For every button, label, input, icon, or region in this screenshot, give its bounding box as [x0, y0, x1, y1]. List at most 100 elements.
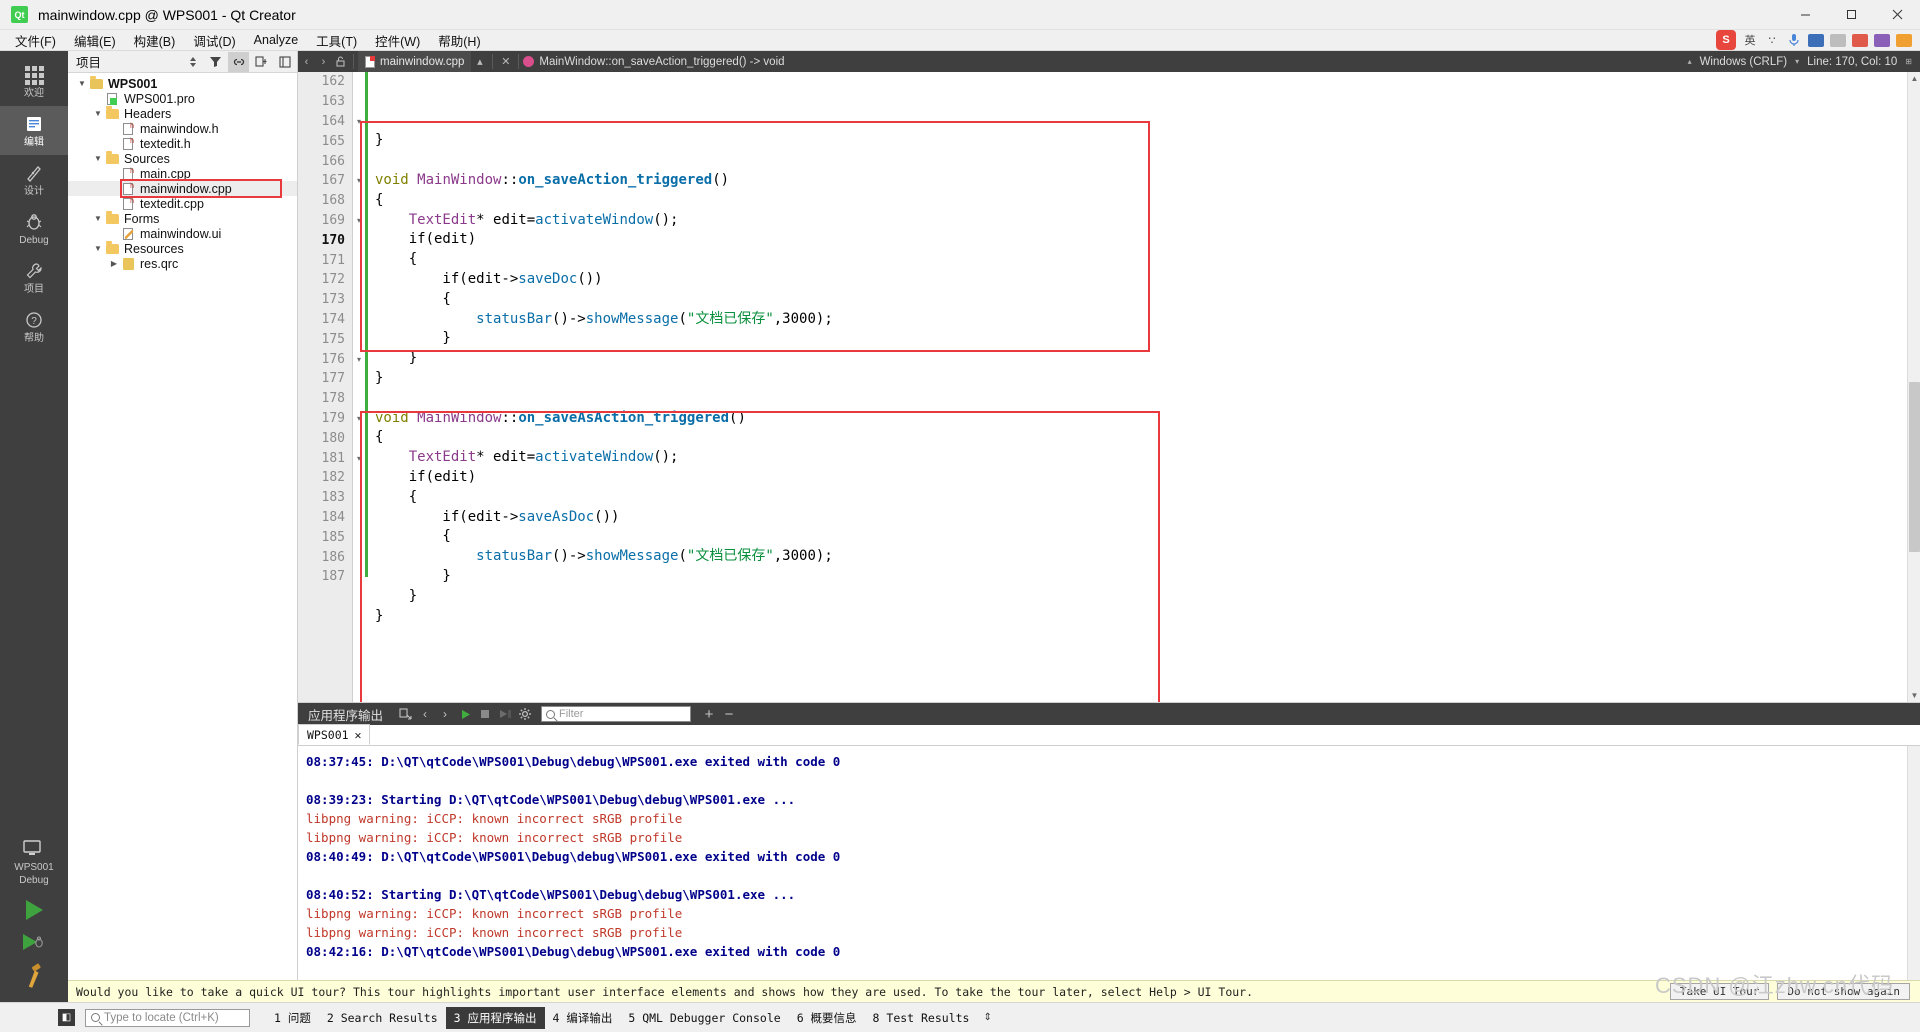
tree-item-headers[interactable]: ▼ Headers: [68, 106, 297, 121]
fold-toggle-icon[interactable]: ▾: [353, 349, 365, 369]
statusbar-pane-8[interactable]: 8 Test Results: [865, 1008, 978, 1028]
mode-projects[interactable]: 项目: [0, 253, 68, 302]
output-pane-maximize-icon[interactable]: ⇕: [977, 1012, 991, 1023]
line-ending-selector[interactable]: Windows (CRLF): [1700, 56, 1788, 68]
output-tab-wps001[interactable]: WPS001 ✕: [298, 724, 371, 745]
scroll-down-arrow-icon[interactable]: ▼: [1910, 691, 1919, 700]
tree-item-res-qrc[interactable]: ▶ res.qrc: [68, 256, 297, 271]
stop-icon[interactable]: [475, 703, 495, 725]
close-button[interactable]: [1874, 0, 1920, 30]
zoom-out-button[interactable]: −: [719, 703, 739, 725]
ime-language-icon[interactable]: 英: [1742, 32, 1758, 48]
close-icon[interactable]: ✕: [355, 728, 362, 742]
zoom-in-button[interactable]: +: [699, 703, 719, 725]
ime-panel-icon[interactable]: [1830, 33, 1846, 47]
menu-window[interactable]: 控件(W): [366, 29, 429, 52]
close-editor-icon[interactable]: ✕: [497, 51, 514, 72]
tree-expander-icon[interactable]: ▼: [76, 79, 88, 88]
tree-item-forms[interactable]: ▼ Forms: [68, 211, 297, 226]
tree-expander-icon[interactable]: ▼: [92, 244, 104, 253]
statusbar-pane-6[interactable]: 6 概要信息: [789, 1007, 865, 1029]
prev-item-icon[interactable]: ‹: [415, 703, 435, 725]
fold-toggle-icon[interactable]: ▾: [353, 211, 365, 231]
kit-selector[interactable]: WPS001 Debug: [14, 838, 54, 886]
tree-item-wps001-pro[interactable]: WPS001.pro: [68, 91, 297, 106]
statusbar-pane-3[interactable]: 3 应用程序输出: [445, 1006, 545, 1029]
ime-more-icon[interactable]: [1896, 33, 1912, 47]
code-text-area[interactable]: } void MainWindow::on_saveAction_trigger…: [365, 72, 1907, 702]
symbol-selector[interactable]: MainWindow::on_saveAction_triggered() ->…: [523, 56, 785, 68]
mode-welcome[interactable]: 欢迎: [0, 57, 68, 106]
fold-toggle-icon[interactable]: ▾: [353, 112, 365, 132]
split-icon[interactable]: [251, 52, 272, 72]
tab-dropdown-icon[interactable]: ▴: [471, 51, 488, 72]
fold-column[interactable]: ▾ ▾ ▾ ▾ ▾ ▾: [353, 72, 365, 702]
fold-toggle-icon[interactable]: ▾: [353, 448, 365, 468]
open-in-editor-icon[interactable]: [395, 703, 415, 725]
menu-tools[interactable]: 工具(T): [307, 29, 366, 52]
menu-analyze[interactable]: Analyze: [245, 31, 307, 49]
sogou-ime-icon[interactable]: S: [1716, 30, 1736, 50]
menu-file[interactable]: 文件(F): [6, 29, 65, 52]
split-editor-icon[interactable]: ⊞: [1905, 57, 1912, 66]
tree-expander-icon[interactable]: ▼: [92, 154, 104, 163]
ime-voice-icon[interactable]: [1786, 32, 1802, 48]
link-sync-icon[interactable]: [228, 51, 249, 72]
tree-item-mainwindow-h[interactable]: mainwindow.h: [68, 121, 297, 136]
maximize-button[interactable]: [1828, 0, 1874, 30]
project-tree[interactable]: ▼WPS001WPS001.pro▼Headersmainwindow.htex…: [68, 73, 297, 1002]
scroll-up-arrow-icon[interactable]: ▲: [1910, 74, 1919, 83]
statusbar-pane-1[interactable]: 1 问题: [266, 1007, 319, 1029]
mode-design[interactable]: 设计: [0, 155, 68, 204]
ime-symbol-icon[interactable]: ∵: [1764, 32, 1780, 48]
fold-toggle-icon[interactable]: ▾: [353, 409, 365, 429]
editor-vertical-scrollbar[interactable]: ▲ ▼: [1907, 72, 1920, 702]
statusbar-pane-4[interactable]: 4 编译输出: [545, 1007, 621, 1029]
menu-edit[interactable]: 编辑(E): [65, 29, 125, 52]
menu-help[interactable]: 帮助(H): [429, 29, 489, 52]
tree-item-textedit-cpp[interactable]: textedit.cpp: [68, 196, 297, 211]
settings-gear-icon[interactable]: [515, 703, 535, 725]
tree-item-mainwindow-ui[interactable]: mainwindow.ui: [68, 226, 297, 241]
tree-item-mainwindow-cpp[interactable]: mainwindow.cpp: [68, 181, 297, 196]
filter-icon[interactable]: [205, 52, 226, 72]
editor-tab-mainwindow-cpp[interactable]: mainwindow.cpp: [358, 51, 472, 72]
tree-item-textedit-h[interactable]: textedit.h: [68, 136, 297, 151]
forward-nav-icon[interactable]: ›: [315, 51, 332, 72]
chevron-down-icon[interactable]: ▾: [1795, 57, 1799, 66]
code-editor[interactable]: 162 163 164 165 166 167 168 169 170 171 172 173 174 1…: [298, 72, 1920, 702]
tree-expander-icon[interactable]: ▶: [108, 259, 120, 268]
mode-edit[interactable]: 编辑: [0, 106, 68, 155]
locator-input[interactable]: Type to locate (Ctrl+K): [85, 1008, 250, 1027]
tree-item-main-cpp[interactable]: main.cpp: [68, 166, 297, 181]
statusbar-pane-2[interactable]: 2 Search Results: [319, 1008, 446, 1028]
run-icon[interactable]: [25, 900, 43, 920]
output-filter-input[interactable]: Filter: [541, 706, 692, 722]
ime-keyboard-icon[interactable]: [1808, 33, 1824, 47]
editor-scroll-thumb[interactable]: [1909, 382, 1920, 552]
minimize-button[interactable]: [1782, 0, 1828, 30]
unlock-icon[interactable]: [332, 51, 349, 72]
run-icon[interactable]: [455, 703, 475, 725]
mode-help[interactable]: ? 帮助: [0, 302, 68, 351]
tree-expander-icon[interactable]: ▼: [92, 214, 104, 223]
mode-debug[interactable]: Debug: [0, 204, 68, 253]
tree-item-wps001[interactable]: ▼ WPS001: [68, 76, 297, 91]
toggle-sidebar-button[interactable]: ◧: [58, 1009, 75, 1026]
menu-debug[interactable]: 调试(D): [184, 29, 244, 52]
chevron-up-icon[interactable]: ▴: [1688, 57, 1692, 66]
debug-run-icon[interactable]: [23, 934, 45, 950]
tree-expander-icon[interactable]: ▼: [92, 109, 104, 118]
sort-filter-icon[interactable]: [182, 52, 203, 72]
tree-item-resources[interactable]: ▼ Resources: [68, 241, 297, 256]
ime-translate-icon[interactable]: [1874, 33, 1890, 47]
build-hammer-icon[interactable]: [19, 962, 48, 997]
next-item-icon[interactable]: ›: [435, 703, 455, 725]
attach-debugger-icon[interactable]: [495, 703, 515, 725]
output-vertical-scrollbar[interactable]: [1907, 746, 1920, 1002]
back-nav-icon[interactable]: ‹: [298, 51, 315, 72]
statusbar-pane-5[interactable]: 5 QML Debugger Console: [620, 1008, 788, 1028]
close-icon[interactable]: [274, 52, 295, 72]
ime-scissors-icon[interactable]: [1852, 33, 1868, 47]
menu-build[interactable]: 构建(B): [125, 29, 185, 52]
